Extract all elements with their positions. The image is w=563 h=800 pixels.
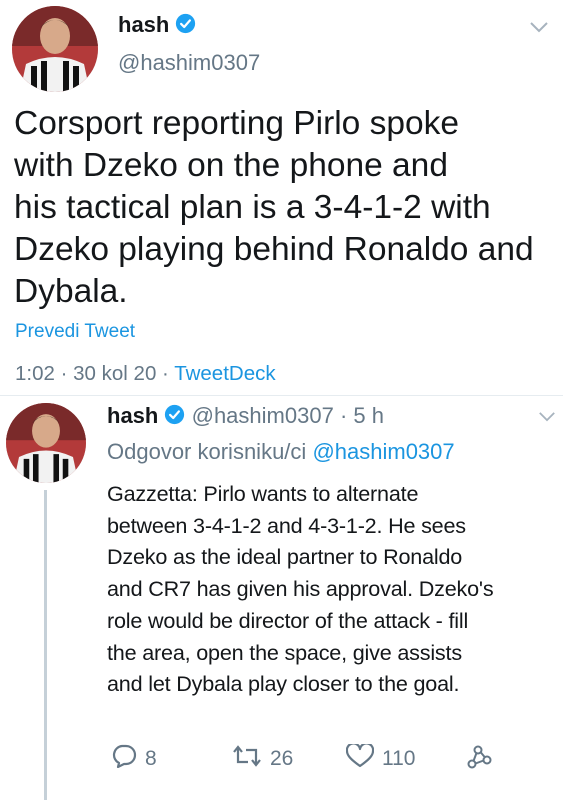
tweet-source-link[interactable]: TweetDeck [174,362,275,385]
thread-line [44,490,47,800]
tweet-text-line: Dybala. [14,273,128,310]
tweet-time[interactable]: 1:02 [15,362,55,385]
verified-badge-icon [164,404,185,431]
display-name[interactable]: hash [118,12,169,37]
like-count: 110 [382,747,416,770]
replying-to-label: Odgovor korisniku/ci [107,439,307,464]
tweet-date[interactable]: 30 kol 20 [73,362,156,385]
reply-count: 8 [145,747,157,770]
separator-dot: · [60,362,68,385]
like-button[interactable]: 110 [345,742,416,774]
reply-button[interactable]: 8 [111,744,157,774]
retweet-count: 26 [270,747,294,770]
reply-handle[interactable]: @hashim0307 [192,403,334,428]
tweet-text-line: Dzeko playing behind Ronaldo and [14,231,534,268]
reply-text-line: role would be director of the attack - f… [107,607,469,633]
replying-to: Odgovor korisniku/ci @hashim0307 [107,439,455,465]
divider [0,395,563,396]
reply-text-line: Gazzetta: Pirlo wants to alternate [107,481,419,506]
heart-icon [345,742,382,774]
reply-age[interactable]: 5 h [353,403,384,428]
reply-text-line: Dzeko as the ideal partner to Ronaldo [107,544,463,570]
reply-avatar[interactable] [6,403,86,483]
reply-text-line: between 3-4-1-2 and 4-3-1-2. He sees [107,512,466,538]
chevron-down-icon[interactable] [529,20,549,39]
tweet-text-line: Corsport reporting Pirlo spoke [14,105,460,142]
avatar[interactable] [12,6,98,92]
reply-display-name[interactable]: hash [107,403,158,428]
tweet-text: Corsport reporting Pirlo spoke with Dzek… [14,103,554,313]
reply-icon [111,744,145,774]
reply-text-line: the area, open the space, give assists [107,639,462,665]
tweet-text-line: with Dzeko on the phone and [14,147,448,184]
reply-text-line: and CR7 has given his approval. Dzeko's [107,576,494,602]
reply-text: Gazzetta: Pirlo wants to alternate betwe… [107,478,557,700]
share-button[interactable] [466,744,500,776]
retweet-button[interactable]: 26 [232,744,293,774]
reply-text-line: and let Dybala play closer to the goal. [107,671,460,697]
share-icon [466,744,500,776]
tweet-meta: 1:02 · 30 kol 20 · TweetDeck [15,362,276,386]
separator-dot: · [339,403,348,428]
chevron-down-icon[interactable] [538,410,556,428]
tweet-text-line: his tactical plan is a 3-4-1-2 with [14,189,491,226]
handle[interactable]: @hashim0307 [118,50,260,76]
separator-dot: · [162,362,169,385]
retweet-icon [232,744,270,774]
reply-header: hash @hashim0307 · 5 h [107,403,384,431]
translate-tweet-link[interactable]: Prevedi Tweet [15,321,135,343]
replying-to-handle-link[interactable]: @hashim0307 [312,439,454,464]
verified-badge-icon [175,13,196,40]
